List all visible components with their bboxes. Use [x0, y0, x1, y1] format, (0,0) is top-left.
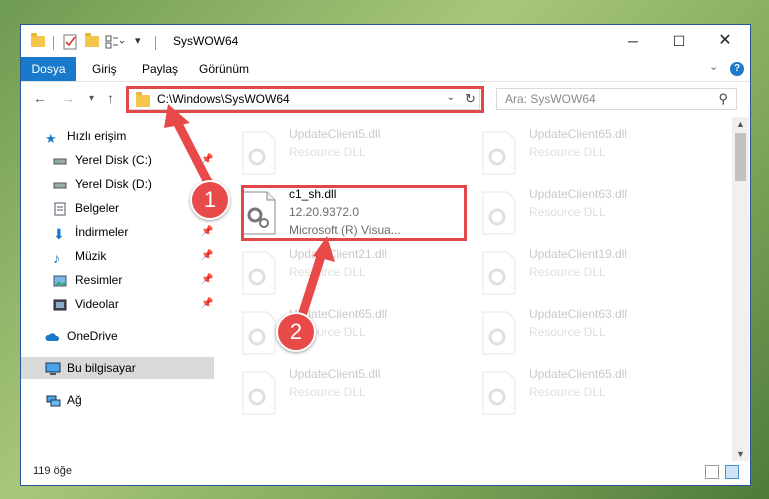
arrow-2: [295, 245, 328, 327]
arrow-1-head: [164, 104, 190, 128]
step-badge-1: 1: [190, 180, 230, 220]
annotation-arrows: [164, 104, 335, 327]
step-badge-2: 2: [276, 312, 316, 352]
